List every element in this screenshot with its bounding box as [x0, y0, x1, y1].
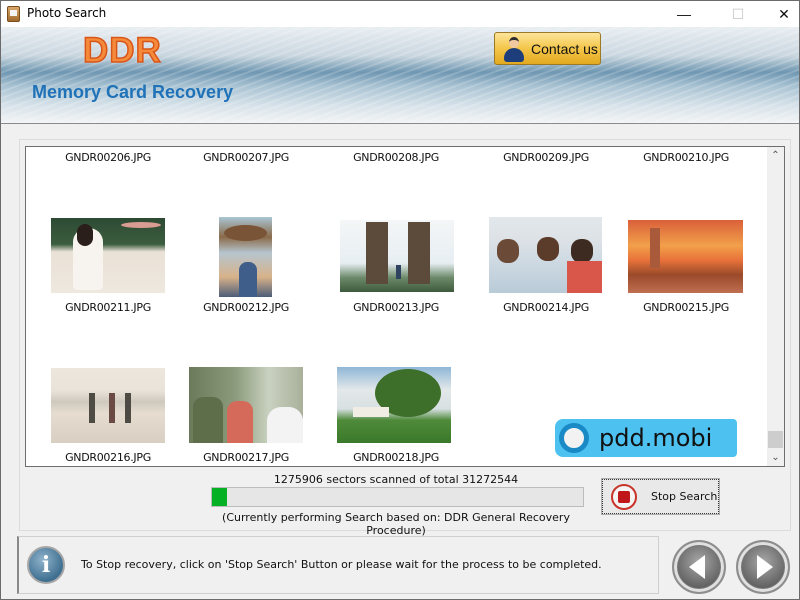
- contact-us-label: Contact us: [531, 40, 598, 57]
- back-button[interactable]: [672, 540, 726, 594]
- file-name: GNDR00218.JPG: [353, 451, 439, 464]
- procedure-text: (Currently performing Search based on: D…: [222, 511, 570, 537]
- file-name: GNDR00209.JPG: [503, 151, 589, 164]
- stop-search-label: Stop Search: [651, 490, 718, 503]
- photo-thumbnail[interactable]: [189, 367, 303, 443]
- file-name: GNDR00214.JPG: [503, 301, 589, 314]
- status-message: To Stop recovery, click on 'Stop Search'…: [81, 558, 602, 571]
- circle-icon: [559, 423, 589, 453]
- watermark-badge: pdd.mobi: [555, 419, 737, 457]
- app-window: Photo Search — ☐ ✕ DDR Memory Card Recov…: [0, 0, 800, 600]
- product-subtitle: Memory Card Recovery: [32, 82, 234, 102]
- file-name: GNDR00211.JPG: [65, 301, 151, 314]
- file-name: GNDR00216.JPG: [65, 451, 151, 464]
- file-name: GNDR00215.JPG: [643, 301, 729, 314]
- person-icon: [503, 36, 525, 62]
- file-name: GNDR00207.JPG: [203, 151, 289, 164]
- window-title: Photo Search: [27, 6, 107, 20]
- watermark-text: pdd.mobi: [599, 424, 713, 452]
- photo-thumbnail[interactable]: [340, 220, 454, 292]
- photo-thumbnail[interactable]: [628, 220, 743, 293]
- photo-thumbnail[interactable]: [51, 368, 165, 443]
- ddr-logo: DDR: [82, 30, 162, 71]
- file-name: GNDR00206.JPG: [65, 151, 151, 164]
- scroll-up-arrow-icon[interactable]: ⌃: [767, 147, 784, 164]
- minimize-button[interactable]: —: [661, 1, 707, 27]
- app-icon: [7, 6, 20, 22]
- photo-thumbnail[interactable]: [489, 217, 602, 293]
- next-button[interactable]: [736, 540, 790, 594]
- file-name: GNDR00213.JPG: [353, 301, 439, 314]
- header-banner: DDR Memory Card Recovery Contact us: [1, 27, 799, 124]
- info-icon: i: [27, 546, 65, 584]
- next-arrow-icon: [757, 555, 773, 579]
- maximize-button[interactable]: ☐: [715, 1, 761, 27]
- contact-us-button[interactable]: Contact us: [494, 32, 601, 65]
- sectors-scanned-text: 1275906 sectors scanned of total 3127254…: [273, 473, 519, 486]
- file-name: GNDR00212.JPG: [203, 301, 289, 314]
- title-bar: Photo Search — ☐ ✕: [1, 1, 799, 27]
- photo-thumbnail[interactable]: [219, 217, 272, 297]
- scroll-down-arrow-icon[interactable]: ⌄: [767, 449, 784, 466]
- photo-thumbnail[interactable]: [51, 218, 165, 293]
- stop-icon: [611, 483, 637, 510]
- file-name: GNDR00210.JPG: [643, 151, 729, 164]
- photo-thumbnail[interactable]: [337, 367, 451, 443]
- file-name: GNDR00208.JPG: [353, 151, 439, 164]
- scan-progress-bar: [211, 487, 584, 507]
- stop-search-button[interactable]: Stop Search: [601, 478, 720, 515]
- close-button[interactable]: ✕: [761, 1, 800, 27]
- vertical-scrollbar[interactable]: ⌃ ⌄: [767, 147, 784, 466]
- file-name: GNDR00217.JPG: [203, 451, 289, 464]
- back-arrow-icon: [689, 555, 705, 579]
- scrollbar-thumb[interactable]: [768, 431, 783, 448]
- progress-fill: [212, 488, 228, 506]
